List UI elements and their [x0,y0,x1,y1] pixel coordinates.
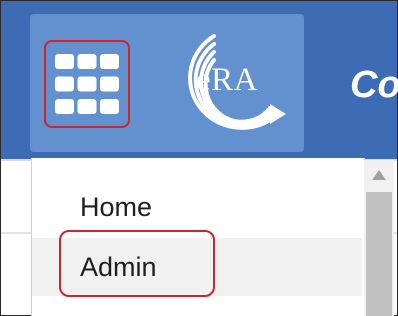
scrollbar-thumb[interactable] [366,192,392,316]
scroll-up-button[interactable] [364,160,394,190]
app-menu-dropdown: Home Admin [31,158,365,316]
app-title: Co [350,64,398,106]
grid-9-icon [55,54,119,114]
menu-item-admin[interactable]: Admin [32,238,362,296]
logo-text: eRA [196,62,258,98]
triangle-up-icon [372,170,386,180]
menu-item-home[interactable]: Home [32,178,362,236]
app-launcher-button[interactable] [44,40,130,128]
